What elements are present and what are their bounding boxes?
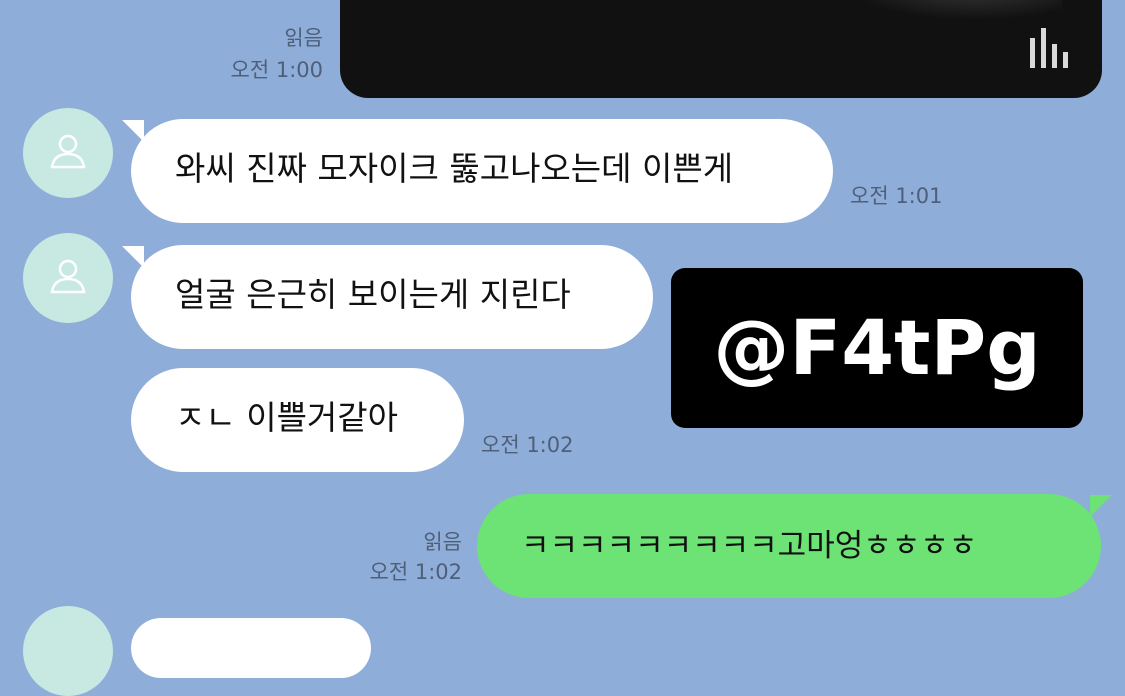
my-message-bubble[interactable]: ㅋㅋㅋㅋㅋㅋㅋㅋㅋ고마엉ㅎㅎㅎㅎ	[477, 494, 1101, 598]
message-time: 오전 1:02	[481, 433, 574, 457]
message-bubble[interactable]: 와씨 진짜 모자이크 뚫고나오는데 이쁜게	[131, 119, 833, 223]
message-time: 오전 1:01	[850, 184, 943, 208]
default-profile-icon	[50, 259, 86, 294]
video-message[interactable]	[340, 0, 1102, 98]
message-bubble[interactable]: ㅈㄴ 이쁠거같아	[131, 368, 464, 472]
video-frame	[842, 0, 1062, 20]
message-text: 와씨 진짜 모자이크 뚫고나오는데 이쁜게	[175, 149, 734, 188]
message-text: ㅋㅋㅋㅋㅋㅋㅋㅋㅋ고마엉ㅎㅎㅎㅎ	[521, 528, 978, 564]
avatar[interactable]	[23, 108, 113, 198]
message-time: 오전 1:00	[230, 58, 323, 82]
avatar[interactable]	[23, 233, 113, 323]
message-bubble[interactable]	[131, 618, 371, 678]
read-receipt: 읽음	[284, 26, 323, 50]
message-time: 오전 1:02	[369, 560, 462, 584]
avatar[interactable]	[23, 606, 113, 696]
bubble-tail	[1090, 495, 1112, 517]
watermark-label: @F4tPg	[671, 268, 1083, 428]
message-text: ㅈㄴ 이쁠거같아	[175, 398, 399, 437]
message-bubble[interactable]: 얼굴 은근히 보이는게 지린다	[131, 245, 653, 349]
audio-bars-icon	[1030, 28, 1068, 68]
read-receipt: 읽음	[423, 530, 462, 554]
message-text: 얼굴 은근히 보이는게 지린다	[175, 275, 571, 314]
default-profile-icon	[50, 134, 86, 169]
